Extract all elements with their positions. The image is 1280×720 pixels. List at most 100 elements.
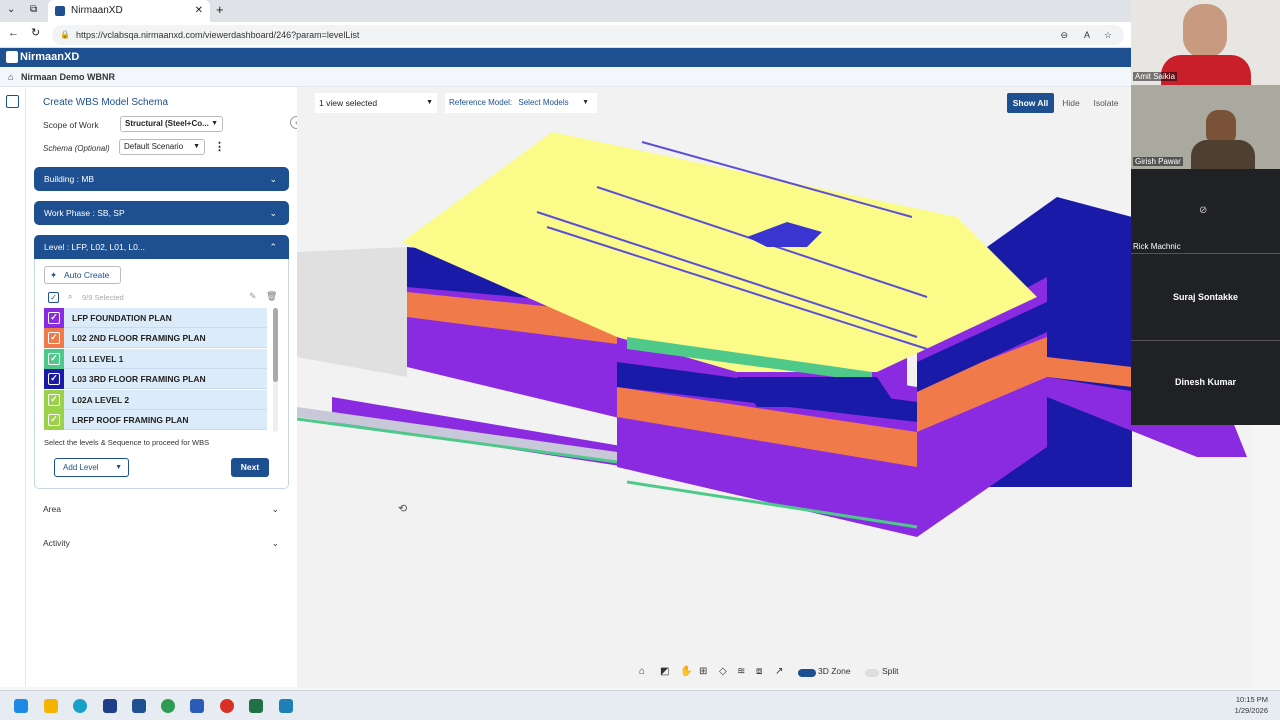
checkbox-checked-icon[interactable]: ✓ [48, 332, 60, 344]
edit-icon[interactable]: ✎ [249, 291, 257, 302]
chevron-down-icon: ⌄ [271, 538, 279, 548]
avatar [1191, 140, 1255, 169]
building-model[interactable] [297, 87, 1252, 687]
level-row[interactable]: ✓ LRFP ROOF FRAMING PLAN [44, 410, 267, 430]
view-selected-label: 1 view selected [319, 98, 378, 108]
pan-hand-icon[interactable]: ✋ [680, 666, 692, 677]
chevron-down-icon: ▼ [115, 464, 122, 471]
home-icon[interactable]: ⌂ [639, 666, 645, 677]
model-viewer[interactable]: 1 view selected ▼ Reference Model: Selec… [297, 87, 1252, 687]
view-select[interactable]: 1 view selected ▼ [315, 93, 437, 113]
nirmaanxd-app-icon[interactable] [132, 699, 146, 713]
scope-select[interactable]: Structural (Steel+Co... ▼ [120, 116, 223, 132]
next-button[interactable]: Next [231, 458, 269, 477]
building-accordion[interactable]: Building : MB ⌄ [34, 167, 289, 191]
external-link-icon[interactable]: ↗ [775, 666, 783, 677]
workspaces-icon[interactable]: ⧉ [30, 4, 37, 15]
edge-icon[interactable] [73, 699, 87, 713]
area-section[interactable]: Area ⌄ [43, 504, 279, 514]
measure-icon[interactable]: ◇ [719, 666, 727, 677]
chrome-icon[interactable] [161, 699, 175, 713]
zone-toggle[interactable] [798, 669, 816, 677]
breadcrumb-project[interactable]: Nirmaan Demo WBNR [21, 72, 115, 82]
schema-select[interactable]: Default Scenario ▼ [119, 139, 205, 155]
os-taskbar: 10:15 PM 1/29/2026 [0, 690, 1280, 720]
level-row[interactable]: ✓ LFP FOUNDATION PLAN [44, 308, 267, 328]
level-section: Level : LFP, L02, L01, L0... ⌃ ✦ Auto Cr… [34, 235, 289, 489]
home-icon[interactable]: ⌂ [8, 67, 13, 87]
section-icon[interactable]: ⧈ [756, 666, 762, 677]
activity-section[interactable]: Activity ⌄ [43, 538, 279, 548]
split-toggle[interactable] [865, 669, 879, 677]
participant-tile[interactable]: Girish Pawar [1131, 85, 1280, 169]
store-icon[interactable] [103, 699, 117, 713]
scrollbar-thumb[interactable] [273, 308, 278, 382]
url-input[interactable]: 🔒 https://vclabsqa.nirmaanxd.com/viewerd… [52, 25, 1124, 45]
reference-value: Select Models [518, 98, 569, 107]
hierarchy-icon[interactable] [6, 95, 19, 108]
level-row[interactable]: ✓ L02 2ND FLOOR FRAMING PLAN [44, 328, 267, 348]
word-icon[interactable] [190, 699, 204, 713]
auto-create-button[interactable]: ✦ Auto Create [44, 266, 121, 284]
checkbox-checked-icon[interactable]: ✓ [48, 414, 60, 426]
windows-start-icon[interactable] [14, 699, 28, 713]
select-all-checkbox[interactable]: ✓ [48, 292, 59, 303]
orbit-cursor-icon: ⟲ [398, 503, 408, 515]
tab-menu-icon[interactable]: ⌄ [7, 4, 15, 15]
close-tab-icon[interactable]: ✕ [195, 0, 203, 22]
level-row[interactable]: ✓ L02A LEVEL 2 [44, 390, 267, 410]
selected-count: 9/9 Selected [82, 293, 124, 302]
read-aloud-icon[interactable]: A [1084, 25, 1090, 45]
search-icon[interactable]: ⌕ [68, 292, 72, 302]
file-explorer-icon[interactable] [44, 699, 58, 713]
levels-scrollbar[interactable] [273, 308, 278, 432]
fit-view-icon[interactable]: ⊞ [699, 666, 707, 677]
level-row[interactable]: ✓ L01 LEVEL 1 [44, 349, 267, 369]
checkbox-checked-icon[interactable]: ✓ [48, 373, 60, 385]
layers-icon[interactable]: ≋ [737, 666, 745, 677]
building-label: Building : MB [44, 174, 95, 184]
split-label: Split [882, 666, 899, 676]
level-name: LFP FOUNDATION PLAN [72, 313, 172, 323]
url-text: https://vclabsqa.nirmaanxd.com/viewerdas… [76, 30, 360, 40]
show-all-button[interactable]: Show All [1007, 93, 1054, 113]
scope-label: Scope of Work [43, 120, 99, 130]
back-icon[interactable]: ← [8, 27, 19, 39]
rotate-icon[interactable]: ◩ [660, 666, 669, 677]
excel-icon[interactable] [249, 699, 263, 713]
delete-icon[interactable]: 🗑 [266, 291, 277, 302]
skype-icon[interactable] [279, 699, 293, 713]
browser-tab[interactable]: NirmaanXD ✕ [48, 0, 210, 22]
level-row[interactable]: ✓ L03 3RD FLOOR FRAMING PLAN [44, 369, 267, 389]
level-name: L02 2ND FLOOR FRAMING PLAN [72, 333, 206, 343]
checkbox-checked-icon[interactable]: ✓ [48, 394, 60, 406]
work-phase-label: Work Phase : SB, SP [44, 208, 125, 218]
participant-tile[interactable]: ⊘ Rick Machnic [1131, 169, 1280, 254]
acrobat-icon[interactable] [220, 699, 234, 713]
level-color-swatch: ✓ [44, 410, 64, 430]
favorite-star-icon[interactable]: ☆ [1104, 25, 1112, 45]
add-level-select[interactable]: Add Level ▼ [54, 458, 129, 477]
reload-icon[interactable]: ↻ [31, 26, 40, 39]
breadcrumb: ⌂ Nirmaan Demo WBNR [0, 67, 1131, 87]
system-clock[interactable]: 10:15 PM 1/29/2026 [1200, 694, 1268, 716]
participant-name: Dinesh Kumar [1174, 377, 1236, 387]
more-options-icon[interactable]: ⋮ [214, 140, 225, 153]
zoom-icon[interactable]: ⊖ [1060, 25, 1068, 45]
panel-title: Create WBS Model Schema [43, 97, 169, 108]
checkbox-checked-icon[interactable]: ✓ [48, 312, 60, 324]
hide-button[interactable]: Hide [1057, 93, 1085, 113]
participant-tile[interactable]: Amit Saikia [1131, 0, 1280, 85]
activity-label: Activity [43, 538, 70, 548]
level-name: LRFP ROOF FRAMING PLAN [72, 415, 189, 425]
checkbox-checked-icon[interactable]: ✓ [48, 353, 60, 365]
level-accordion[interactable]: Level : LFP, L02, L01, L0... ⌃ [34, 235, 289, 259]
work-phase-accordion[interactable]: Work Phase : SB, SP ⌄ [34, 201, 289, 225]
reference-model-select[interactable]: Reference Model: Select Models ▼ [445, 93, 597, 113]
video-call-panel: Amit Saikia Girish Pawar ⊘ Rick Machnic … [1131, 0, 1280, 425]
new-tab-icon[interactable]: + [216, 2, 224, 17]
participant-name: Suraj Sontakke [1172, 292, 1239, 302]
level-color-swatch: ✓ [44, 308, 64, 328]
area-label: Area [43, 504, 61, 514]
isolate-button[interactable]: Isolate [1089, 93, 1123, 113]
